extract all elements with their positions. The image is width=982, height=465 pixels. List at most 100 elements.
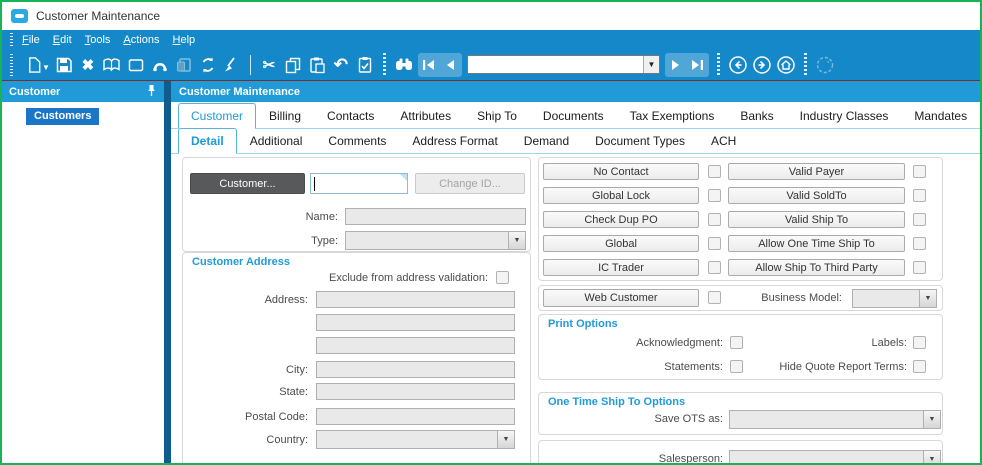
new-dropdown-icon[interactable]: ▼: [42, 63, 50, 72]
phone-icon[interactable]: [148, 53, 172, 77]
web-customer-panel: Web Customer Business Model: ▼: [538, 285, 943, 311]
labels-checkbox[interactable]: [913, 336, 926, 349]
back-icon[interactable]: [726, 53, 750, 77]
tab[interactable]: Tax Exemptions: [617, 103, 728, 128]
home-icon[interactable]: [774, 53, 798, 77]
undo-icon[interactable]: ↶: [329, 53, 353, 77]
subtab[interactable]: Address Format: [399, 128, 510, 153]
tab[interactable]: Attributes: [387, 103, 464, 128]
refresh-icon[interactable]: [196, 53, 220, 77]
nav-next-icon[interactable]: [666, 54, 687, 76]
acknowledgment-checkbox[interactable]: [730, 336, 743, 349]
pin-icon[interactable]: [146, 84, 157, 100]
flag-checkbox[interactable]: [708, 261, 721, 274]
hide-quote-report-terms-checkbox[interactable]: [913, 360, 926, 373]
tab[interactable]: Customer: [178, 103, 257, 129]
address-line2-field[interactable]: [316, 314, 515, 331]
tab[interactable]: Documents: [530, 103, 617, 128]
menu-item[interactable]: Edit: [53, 34, 72, 46]
splitter-handle[interactable]: [164, 81, 171, 463]
forward-icon[interactable]: [750, 53, 774, 77]
city-field[interactable]: [316, 361, 515, 378]
paste-icon[interactable]: [305, 53, 329, 77]
flag-checkbox[interactable]: [913, 189, 926, 202]
flag-button[interactable]: No Contact: [543, 163, 699, 180]
tab-strip: Customer Billing Contacts Attributes Ship To…: [171, 102, 980, 129]
name-field[interactable]: [345, 208, 526, 225]
flag-checkbox[interactable]: [913, 261, 926, 274]
flag-button[interactable]: Valid Payer: [728, 163, 905, 180]
sidebar-item-customers[interactable]: Customers: [26, 108, 100, 125]
browse-icon[interactable]: [100, 53, 124, 77]
flag-button[interactable]: IC Trader: [543, 259, 699, 276]
attach-icon[interactable]: [172, 53, 196, 77]
salesperson-dropdown[interactable]: ▼: [729, 450, 941, 463]
postal-code-field[interactable]: [316, 408, 515, 425]
subtab[interactable]: Detail: [178, 128, 237, 154]
flag-checkbox[interactable]: [913, 213, 926, 226]
menu-item[interactable]: Actions: [123, 34, 159, 46]
tab[interactable]: Billing: [256, 103, 314, 128]
state-field[interactable]: [316, 383, 515, 400]
type-dropdown[interactable]: ▼: [345, 231, 526, 250]
subtab[interactable]: Comments: [315, 128, 399, 153]
subtab[interactable]: Demand: [511, 128, 582, 153]
flag-checkbox[interactable]: [913, 237, 926, 250]
checklist-icon[interactable]: [353, 53, 377, 77]
tab[interactable]: Ship To: [464, 103, 530, 128]
menu-item[interactable]: File: [22, 34, 40, 46]
tab[interactable]: Mandates: [901, 103, 980, 128]
clear-icon[interactable]: [220, 53, 244, 77]
subtab[interactable]: ACH: [698, 128, 749, 153]
sync-icon[interactable]: [813, 53, 837, 77]
flag-checkbox[interactable]: [708, 165, 721, 178]
combobox-dropdown-icon[interactable]: ▼: [642, 56, 659, 73]
country-dropdown[interactable]: ▼: [316, 430, 515, 449]
flag-button[interactable]: Allow Ship To Third Party: [728, 259, 905, 276]
cut-icon[interactable]: ✂: [257, 53, 281, 77]
web-customer-checkbox[interactable]: [708, 291, 721, 304]
customer-id-input[interactable]: [310, 173, 408, 194]
tab[interactable]: Industry Classes: [787, 103, 902, 128]
flag-checkbox[interactable]: [708, 213, 721, 226]
tab[interactable]: Banks: [727, 103, 786, 128]
statements-label: Statements:: [664, 361, 723, 373]
nav-previous-icon[interactable]: [440, 54, 461, 76]
record-search-input[interactable]: [467, 56, 643, 73]
menu-item[interactable]: Help: [173, 34, 196, 46]
memo-icon[interactable]: [124, 53, 148, 77]
flag-button[interactable]: Allow One Time Ship To: [728, 235, 905, 252]
copy-icon[interactable]: [281, 53, 305, 77]
flag-checkbox[interactable]: [913, 165, 926, 178]
menubar-grip-handle[interactable]: [10, 33, 13, 46]
save-ots-as-dropdown[interactable]: ▼: [729, 410, 941, 429]
flag-button[interactable]: Valid Ship To: [728, 211, 905, 228]
customer-lookup-button[interactable]: Customer...: [190, 173, 305, 194]
delete-icon[interactable]: ✖: [76, 53, 100, 77]
flag-button[interactable]: Global: [543, 235, 699, 252]
toolbar-grip-handle[interactable]: [10, 53, 13, 76]
flag-checkbox[interactable]: [708, 189, 721, 202]
address-line1-field[interactable]: [316, 291, 515, 308]
flag-button[interactable]: Check Dup PO: [543, 211, 699, 228]
flag-button[interactable]: Valid SoldTo: [728, 187, 905, 204]
record-combobox[interactable]: ▼: [466, 55, 660, 74]
subtab[interactable]: Document Types: [582, 128, 698, 153]
flag-button[interactable]: Global Lock: [543, 187, 699, 204]
flag-checkbox[interactable]: [708, 237, 721, 250]
statements-checkbox[interactable]: [730, 360, 743, 373]
nav-first-icon[interactable]: [419, 54, 440, 76]
exclude-validation-checkbox[interactable]: [496, 271, 509, 284]
customer-address-panel: Customer Address Exclude from address va…: [182, 252, 531, 463]
web-customer-button[interactable]: Web Customer: [543, 289, 699, 307]
business-model-dropdown[interactable]: ▼: [852, 289, 937, 308]
subtab-strip: Detail Additional Comments Address Format De…: [171, 128, 980, 154]
nav-last-icon[interactable]: [687, 54, 708, 76]
menu-item[interactable]: Tools: [85, 34, 111, 46]
chevron-down-icon: ▼: [923, 451, 940, 463]
save-icon[interactable]: [52, 53, 76, 77]
address-line3-field[interactable]: [316, 337, 515, 354]
find-icon[interactable]: [392, 53, 416, 77]
subtab[interactable]: Additional: [237, 128, 316, 153]
tab[interactable]: Contacts: [314, 103, 387, 128]
